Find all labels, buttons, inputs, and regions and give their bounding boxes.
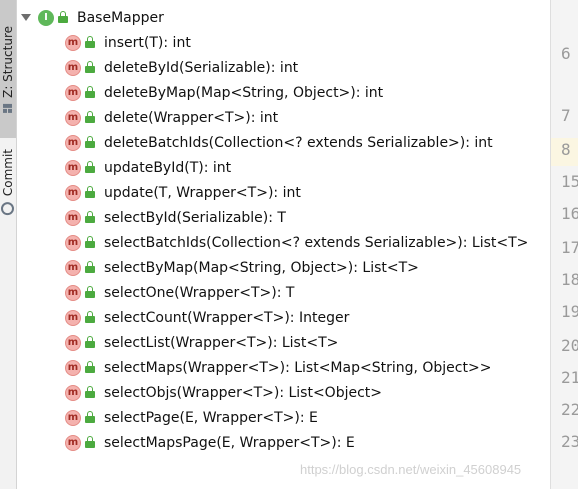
- method-signature: selectByMap(Map<String, Object>): List<T…: [104, 259, 419, 276]
- method-icon: m: [65, 59, 81, 76]
- method-item[interactable]: m selectByMap(Map<String, Object>): List…: [65, 255, 419, 280]
- method-item[interactable]: m delete(Wrapper<T>): int: [65, 105, 278, 130]
- public-lock-icon: [58, 11, 68, 24]
- public-lock-icon: [85, 336, 95, 349]
- public-lock-icon: [85, 236, 95, 249]
- structure-tab-label: Z: Structure: [1, 25, 15, 98]
- watermark: https://blog.csdn.net/weixin_45608945: [300, 462, 522, 477]
- line-number: 21: [561, 368, 578, 387]
- public-lock-icon: [85, 311, 95, 324]
- method-icon: m: [65, 134, 81, 151]
- commit-tab[interactable]: Commit: [0, 142, 16, 222]
- public-lock-icon: [85, 211, 95, 224]
- method-signature: selectList(Wrapper<T>): List<T>: [104, 334, 339, 351]
- method-signature: selectById(Serializable): T: [104, 209, 286, 226]
- method-icon: m: [65, 159, 81, 176]
- public-lock-icon: [85, 86, 95, 99]
- structure-tree: I BaseMapper m insert(T): int m deleteBy…: [17, 0, 550, 489]
- method-icon: m: [65, 184, 81, 201]
- public-lock-icon: [85, 136, 95, 149]
- method-item[interactable]: m selectCount(Wrapper<T>): Integer: [65, 305, 349, 330]
- line-number: 20: [561, 336, 578, 355]
- method-icon: m: [65, 84, 81, 101]
- method-icon: m: [65, 334, 81, 351]
- method-signature: deleteById(Serializable): int: [104, 59, 299, 76]
- method-item[interactable]: m selectMaps(Wrapper<T>): List<Map<Strin…: [65, 355, 491, 380]
- public-lock-icon: [85, 161, 95, 174]
- method-signature: selectMaps(Wrapper<T>): List<Map<String,…: [104, 359, 492, 376]
- method-item[interactable]: m update(T, Wrapper<T>): int: [65, 180, 301, 205]
- method-icon: m: [65, 309, 81, 326]
- method-icon: m: [65, 384, 81, 401]
- line-number: 15: [561, 172, 578, 191]
- public-lock-icon: [85, 186, 95, 199]
- interface-name: BaseMapper: [77, 9, 164, 26]
- method-signature: update(T, Wrapper<T>): int: [104, 184, 301, 201]
- method-signature: deleteByMap(Map<String, Object>): int: [104, 84, 384, 101]
- line-number: 19: [561, 302, 578, 321]
- method-signature: insert(T): int: [104, 34, 191, 51]
- public-lock-icon: [85, 111, 95, 124]
- tree-root-basemapper[interactable]: I BaseMapper: [21, 5, 164, 30]
- interface-icon: I: [38, 9, 54, 26]
- method-signature: selectMapsPage(E, Wrapper<T>): E: [104, 434, 355, 451]
- method-icon: m: [65, 34, 81, 51]
- public-lock-icon: [85, 261, 95, 274]
- method-signature: selectPage(E, Wrapper<T>): E: [104, 409, 318, 426]
- method-signature: deleteBatchIds(Collection<? extends Seri…: [104, 134, 493, 151]
- method-icon: m: [65, 209, 81, 226]
- method-item[interactable]: m selectById(Serializable): T: [65, 205, 286, 230]
- method-item[interactable]: m selectOne(Wrapper<T>): T: [65, 280, 294, 305]
- commit-icon: [1, 202, 15, 216]
- public-lock-icon: [85, 36, 95, 49]
- public-lock-icon: [85, 61, 95, 74]
- public-lock-icon: [85, 411, 95, 424]
- editor-gutter: 6 7 8 15 16 17 18 19 20 21 22 23: [550, 0, 578, 489]
- method-item[interactable]: m selectPage(E, Wrapper<T>): E: [65, 405, 318, 430]
- line-number: 6: [561, 44, 571, 63]
- method-item[interactable]: m updateById(T): int: [65, 155, 231, 180]
- method-signature: updateById(T): int: [104, 159, 232, 176]
- expand-toggle-icon[interactable]: [21, 14, 31, 21]
- method-item[interactable]: m selectObjs(Wrapper<T>): List<Object>: [65, 380, 382, 405]
- line-number: 23: [561, 432, 578, 451]
- structure-tab[interactable]: Z: Structure: [0, 0, 16, 138]
- line-number: 16: [561, 204, 578, 223]
- method-signature: selectBatchIds(Collection<? extends Seri…: [104, 234, 529, 251]
- method-item[interactable]: m deleteById(Serializable): int: [65, 55, 298, 80]
- method-icon: m: [65, 434, 81, 451]
- line-number: 22: [561, 400, 578, 419]
- method-signature: delete(Wrapper<T>): int: [104, 109, 279, 126]
- method-item[interactable]: m selectList(Wrapper<T>): List<T>: [65, 330, 338, 355]
- method-icon: m: [65, 259, 81, 276]
- method-signature: selectObjs(Wrapper<T>): List<Object>: [104, 384, 383, 401]
- method-icon: m: [65, 284, 81, 301]
- public-lock-icon: [85, 436, 95, 449]
- line-number: 7: [561, 106, 571, 125]
- line-number: 18: [561, 270, 578, 289]
- public-lock-icon: [85, 361, 95, 374]
- method-item[interactable]: m deleteByMap(Map<String, Object>): int: [65, 80, 383, 105]
- method-item[interactable]: m selectBatchIds(Collection<? extends Se…: [65, 230, 528, 255]
- commit-tab-label: Commit: [1, 148, 15, 197]
- method-signature: selectOne(Wrapper<T>): T: [104, 284, 295, 301]
- method-signature: selectCount(Wrapper<T>): Integer: [104, 309, 350, 326]
- method-icon: m: [65, 409, 81, 426]
- method-item[interactable]: m selectMapsPage(E, Wrapper<T>): E: [65, 430, 355, 455]
- method-icon: m: [65, 234, 81, 251]
- public-lock-icon: [85, 386, 95, 399]
- method-item[interactable]: m insert(T): int: [65, 30, 191, 55]
- public-lock-icon: [85, 286, 95, 299]
- structure-icon: [3, 103, 13, 113]
- tool-window-strip: Z: Structure Commit: [0, 0, 17, 489]
- line-number: 17: [561, 238, 578, 257]
- line-number: 8: [561, 140, 571, 159]
- method-item[interactable]: m deleteBatchIds(Collection<? extends Se…: [65, 130, 493, 155]
- method-icon: m: [65, 109, 81, 126]
- method-icon: m: [65, 359, 81, 376]
